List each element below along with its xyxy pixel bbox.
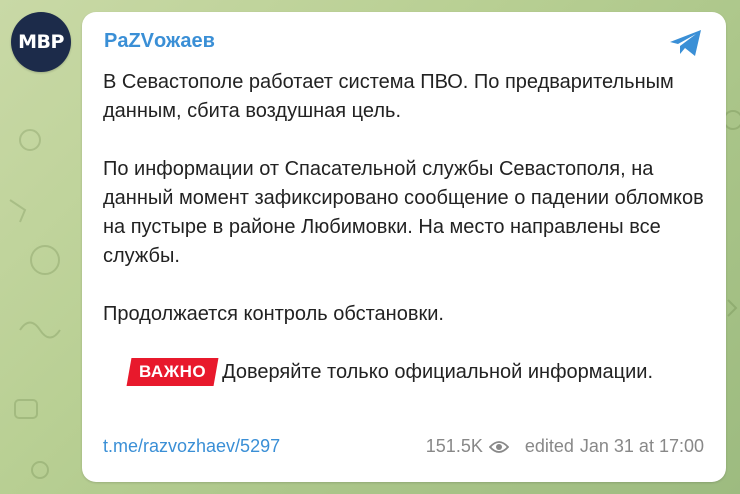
channel-avatar[interactable]: MBP	[11, 12, 71, 72]
telegram-send-icon[interactable]	[668, 28, 704, 58]
message-meta: 151.5K edited Jan 31 at 17:00	[426, 436, 704, 457]
eye-icon	[488, 440, 509, 453]
message-paragraph: В Севастополе работает система ПВО. По п…	[103, 71, 674, 122]
important-notice: ВАЖНО Доверяйте только официальной информ…	[103, 358, 713, 387]
avatar-text: MBP	[18, 31, 64, 53]
message-paragraph: Продолжается контроль обстановки.	[103, 303, 444, 325]
edited-label: edited	[524, 436, 574, 456]
message-text: В Севастополе работает система ПВО. По п…	[103, 68, 713, 416]
message-bubble: PaZVожаев В Севастополе работает система…	[82, 12, 726, 482]
important-badge: ВАЖНО	[126, 358, 219, 386]
channel-name[interactable]: PaZVожаев	[104, 30, 215, 53]
message-footer: t.me/razvozhaev/5297 151.5K edited Jan 3…	[103, 436, 704, 464]
message-datetime: Jan 31 at 17:00	[579, 436, 704, 456]
post-link[interactable]: t.me/razvozhaev/5297	[103, 436, 280, 457]
message-paragraph: По информации от Спасательной службы Сев…	[103, 158, 704, 267]
important-text: Доверяйте только официальной информации.	[222, 361, 654, 383]
view-count: 151.5K	[425, 436, 483, 456]
